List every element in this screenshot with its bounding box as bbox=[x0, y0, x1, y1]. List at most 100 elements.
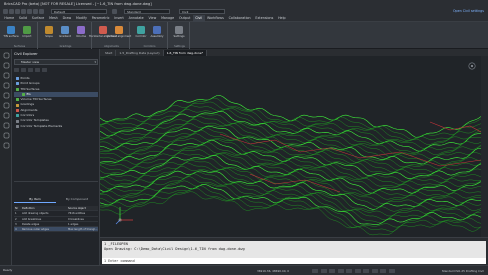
view-cube-icon[interactable] bbox=[467, 61, 477, 71]
table-cell-nr: 2 bbox=[15, 217, 17, 221]
menu-home[interactable]: Home bbox=[2, 15, 17, 22]
quad-toggle[interactable] bbox=[388, 269, 395, 273]
layers-icon[interactable] bbox=[2, 52, 10, 59]
polar-toggle[interactable] bbox=[337, 269, 344, 273]
civil-settings-link[interactable]: Open Civil settings bbox=[453, 9, 484, 13]
lights-icon[interactable] bbox=[2, 122, 10, 129]
contour-line bbox=[100, 108, 481, 149]
gradient-button[interactable]: Gradient bbox=[58, 26, 72, 38]
tab-by-item[interactable]: By Item bbox=[14, 196, 56, 203]
menu-collaboration[interactable]: Collaboration bbox=[226, 15, 253, 22]
ribbon-button-label: Import bbox=[22, 34, 32, 38]
save-icon[interactable] bbox=[15, 9, 20, 14]
contour-line bbox=[100, 141, 481, 183]
volume-button[interactable]: Volume bbox=[74, 26, 88, 38]
structure-icon[interactable] bbox=[2, 82, 10, 89]
ortho-toggle[interactable] bbox=[329, 269, 335, 273]
definition-table: Nr Definition Source object 1 Add drawing ob… bbox=[14, 206, 98, 233]
esnap-toggle[interactable] bbox=[346, 269, 352, 273]
ribbon: TIN surface Import Surfaces Slope Gradient Vo… bbox=[0, 22, 488, 49]
menu-insert[interactable]: Insert bbox=[112, 15, 126, 22]
library-icon[interactable] bbox=[2, 92, 10, 99]
ribbon-group-label: Settings bbox=[174, 45, 185, 48]
color-swatch-icon[interactable] bbox=[112, 9, 117, 14]
save-as-icon[interactable] bbox=[21, 9, 26, 14]
filter-icon[interactable] bbox=[42, 68, 47, 72]
menu-parametric[interactable]: Parametric bbox=[89, 15, 112, 22]
settings-button[interactable]: Settings bbox=[172, 26, 186, 38]
attach-icon[interactable] bbox=[2, 132, 10, 139]
status-text: Ready bbox=[3, 268, 13, 272]
lwt-toggle[interactable] bbox=[363, 269, 369, 273]
menu-help[interactable]: Help bbox=[276, 15, 288, 22]
maximize-icon[interactable] bbox=[471, 1, 477, 16]
column-header: Source object bbox=[68, 207, 86, 210]
menu-view[interactable]: View bbox=[146, 15, 159, 22]
zoom-to-icon[interactable] bbox=[35, 68, 40, 72]
column-header: Nr bbox=[15, 207, 19, 210]
menu-manage[interactable]: Manage bbox=[159, 15, 177, 22]
redo-icon[interactable] bbox=[39, 9, 44, 14]
menu-annotate[interactable]: Annotate bbox=[126, 15, 146, 22]
menu-mesh[interactable]: Mesh bbox=[47, 15, 60, 22]
layer-field[interactable]: Default bbox=[51, 9, 107, 14]
table-cell-source: Max length of triangl... bbox=[68, 228, 98, 232]
command-line: 1 _FILEOPEN Open Drawing: C:\Demo_Data\C… bbox=[100, 237, 488, 265]
vertical-alignment-button[interactable]: Vertical alignment bbox=[107, 26, 131, 38]
table-row[interactable]: 4 Remove outer edges Max length of triangl… bbox=[14, 227, 98, 233]
table-cell-nr: 1 bbox=[15, 212, 17, 216]
assembly-button[interactable]: Assembly bbox=[150, 26, 164, 38]
close-icon[interactable] bbox=[480, 1, 486, 16]
menu-civil[interactable]: Civil bbox=[192, 14, 205, 22]
menu-extensions[interactable]: Extensions bbox=[253, 15, 276, 22]
tree-item-corridor-template-elements[interactable]: Corridor Template Elements bbox=[14, 124, 98, 129]
tab-by-component[interactable]: By Component bbox=[56, 196, 98, 203]
tin-surfaces-icon bbox=[16, 87, 19, 91]
menu-output[interactable]: Output bbox=[177, 15, 193, 22]
drawing-canvas[interactable] bbox=[100, 56, 481, 237]
volume-tin-surfaces-icon bbox=[16, 98, 19, 102]
civil-explorer-icon[interactable] bbox=[2, 72, 10, 79]
snap-toggle[interactable] bbox=[312, 269, 318, 273]
menu-solid[interactable]: Solid bbox=[17, 15, 30, 22]
settings-icon bbox=[175, 26, 183, 34]
import-button[interactable]: Import bbox=[20, 26, 34, 38]
linetype-field[interactable]: Standard bbox=[124, 9, 170, 14]
open-file-icon[interactable] bbox=[9, 9, 14, 14]
ribbon-group-alignments: Horizontal alignment Vertical alignment Al… bbox=[89, 22, 131, 49]
corridor-button[interactable]: Corridor bbox=[134, 26, 148, 38]
refresh-icon[interactable] bbox=[28, 68, 33, 72]
help-icon[interactable] bbox=[2, 142, 10, 149]
print-icon[interactable] bbox=[27, 9, 32, 14]
menu-workflows[interactable]: Workflows bbox=[205, 15, 227, 22]
menu-modify[interactable]: Modify bbox=[74, 15, 90, 22]
workspace-field[interactable]: Civil bbox=[179, 9, 225, 14]
table-cell-definition: Add drawing objects bbox=[22, 212, 49, 216]
vertical-scrollbar[interactable] bbox=[481, 56, 488, 237]
new-item-icon[interactable] bbox=[14, 68, 19, 72]
dynamic-ucs-toggle[interactable] bbox=[380, 269, 386, 273]
ribbon-group-label: Surfaces bbox=[13, 45, 26, 48]
properties-icon[interactable] bbox=[2, 62, 10, 69]
point-groups-icon bbox=[16, 82, 19, 86]
ucs-axis-icon bbox=[115, 207, 133, 225]
materials-icon[interactable] bbox=[2, 112, 10, 119]
menu-draw[interactable]: Draw bbox=[60, 15, 73, 22]
slope-icon bbox=[45, 26, 53, 34]
menu-surface[interactable]: Surface bbox=[29, 15, 46, 22]
view-dropdown[interactable]: Master view ▾ bbox=[14, 59, 98, 65]
grid-toggle[interactable] bbox=[320, 269, 327, 273]
tin-surface-button[interactable]: TIN surface bbox=[3, 26, 19, 38]
command-input[interactable]: 1 Enter command bbox=[102, 258, 486, 264]
undo-icon[interactable] bbox=[33, 9, 38, 14]
slope-button[interactable]: Slope bbox=[42, 26, 56, 38]
minimize-icon[interactable] bbox=[462, 1, 468, 15]
panel-divider[interactable] bbox=[14, 181, 98, 182]
new-file-icon[interactable] bbox=[3, 9, 8, 14]
blocks-icon[interactable] bbox=[2, 102, 10, 109]
strack-toggle[interactable] bbox=[354, 269, 361, 273]
close-panel-icon[interactable] bbox=[92, 51, 97, 66]
tile-toggle[interactable] bbox=[371, 269, 378, 273]
delete-item-icon[interactable] bbox=[21, 68, 26, 72]
ribbon-group-settings: Settings Settings bbox=[170, 22, 190, 49]
